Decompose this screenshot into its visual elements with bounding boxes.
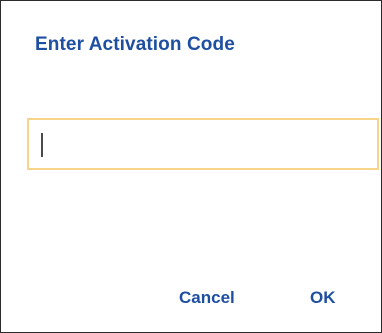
dialog-title: Enter Activation Code (35, 34, 235, 55)
activation-code-input[interactable] (29, 120, 377, 168)
text-caret (41, 133, 43, 157)
activation-code-field[interactable] (27, 118, 379, 170)
activation-code-dialog: Enter Activation Code Cancel OK (0, 0, 382, 333)
cancel-button[interactable]: Cancel (179, 287, 235, 309)
ok-button[interactable]: OK (310, 287, 336, 309)
